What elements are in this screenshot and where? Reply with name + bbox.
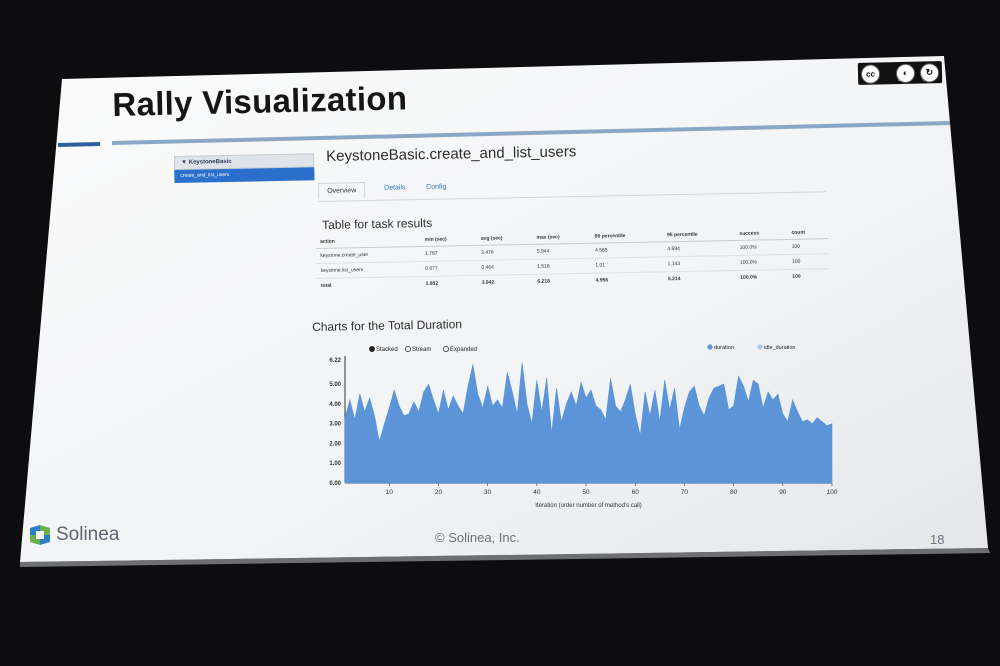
tab-config[interactable]: Config (426, 184, 446, 191)
table-heading: Table for task results (322, 215, 433, 232)
cc-icon: cc (860, 64, 881, 84)
x-tick-label: 20 (435, 489, 443, 496)
cell-max: 1.516 (532, 258, 592, 275)
y-tick-label: 5.00 (329, 382, 341, 388)
cell-avg: 3.478 (477, 244, 533, 261)
cell-p90: 1.01 (591, 256, 664, 274)
results-table: action min (sec) avg (sec) max (sec) 90 … (316, 226, 829, 293)
cell-count: 100 (787, 253, 829, 270)
duration-chart: 0.00 1.00 2.00 3.00 4.00 5.00 6.22 10 20 30 40 50 60… (312, 340, 848, 512)
cell-count: 100 (787, 238, 829, 255)
cell-min: 0.077 (421, 260, 478, 277)
x-tick-label: 90 (779, 489, 787, 496)
x-tick-label: 60 (632, 489, 640, 496)
x-tick-label: 50 (582, 489, 590, 496)
x-tick-label: 10 (386, 489, 394, 496)
tab-overview[interactable]: Overview (318, 182, 366, 199)
mode-radio-stacked[interactable] (369, 346, 375, 352)
cell-min: 1.882 (425, 280, 439, 287)
presentation-slide: Rally Visualization cc ◐ ↻ BY SA ▼ Keyst… (0, 0, 1000, 666)
col-avg[interactable]: avg (sec) (476, 231, 533, 246)
cell-count: 100 (792, 273, 801, 280)
sidebar-item-create-and-list-users[interactable]: create_and_list_users (174, 167, 315, 183)
col-success[interactable]: success (735, 226, 788, 241)
cell-success: 100.0% (740, 274, 758, 281)
chart-heading: Charts for the Total Duration (312, 317, 463, 334)
y-tick-label: 4.00 (329, 402, 341, 408)
cell-max: 6.218 (537, 278, 550, 285)
cell-p95: 1.143 (663, 255, 737, 272)
legend-label-duration[interactable]: duration (714, 345, 734, 351)
license-label-by: BY (898, 76, 905, 84)
cell-p95: 4.694 (663, 240, 736, 257)
tab-details[interactable]: Details (384, 184, 406, 191)
mode-radio-expanded[interactable] (443, 346, 449, 352)
duration-chart-svg: 0.00 1.00 2.00 3.00 4.00 5.00 6.22 10 20 30 40 50 60… (329, 344, 838, 509)
license-label-sa: SA (922, 76, 929, 83)
legend-dot-duration[interactable] (707, 344, 713, 350)
x-tick-label: 80 (730, 489, 738, 496)
x-tick-label: 40 (533, 489, 541, 496)
mode-radio-stream[interactable] (405, 346, 411, 352)
cell-success: 100.0% (735, 254, 789, 271)
slide-title: Rally Visualization (112, 79, 408, 123)
x-tick-label: 70 (681, 489, 689, 496)
cell-p90: 4.956 (595, 277, 609, 284)
col-count[interactable]: count (787, 226, 829, 240)
y-tick-label: 6.22 (329, 358, 341, 364)
mode-label-stream[interactable]: Stream (412, 347, 431, 353)
mode-label-stacked[interactable]: Stacked (376, 347, 398, 353)
page-number: 18 (930, 532, 945, 547)
solinea-logo-icon (28, 523, 52, 547)
cell-p95: 5.214 (667, 276, 681, 283)
sidebar: ▼ KeystoneBasic create_and_list_users (174, 153, 315, 186)
col-max[interactable]: max (sec) (532, 230, 591, 245)
legend-dot-idle_duration[interactable] (757, 344, 763, 350)
license-badge: cc ◐ ↻ BY SA (857, 61, 943, 85)
mode-label-expanded[interactable]: Expanded (450, 347, 477, 353)
x-tick-label: 30 (484, 489, 492, 496)
y-tick-label: 2.00 (329, 441, 341, 447)
y-tick-label: 3.00 (329, 422, 341, 428)
footer-brand: Solinea (56, 524, 120, 545)
footer-copyright: © Solinea, Inc. (435, 530, 520, 545)
x-axis-label: Iteration (order number of method's call… (535, 503, 642, 509)
cell-min: 1.767 (420, 245, 478, 262)
y-tick-label: 0.00 (329, 481, 341, 487)
cell-success: 100.0% (735, 239, 788, 256)
col-min[interactable]: min (sec) (420, 232, 478, 247)
cell-max: 5.944 (532, 243, 592, 260)
legend-label-idle_duration[interactable]: idle_duration (764, 345, 796, 351)
cell-action: total (320, 282, 332, 289)
x-tick-label: 100 (827, 489, 838, 496)
cell-avg: 3.942 (481, 279, 495, 286)
cell-avg: 0.464 (477, 259, 534, 276)
cell-p90: 4.565 (590, 241, 664, 259)
y-tick-label: 1.00 (329, 461, 341, 467)
area-series-duration (344, 362, 833, 484)
